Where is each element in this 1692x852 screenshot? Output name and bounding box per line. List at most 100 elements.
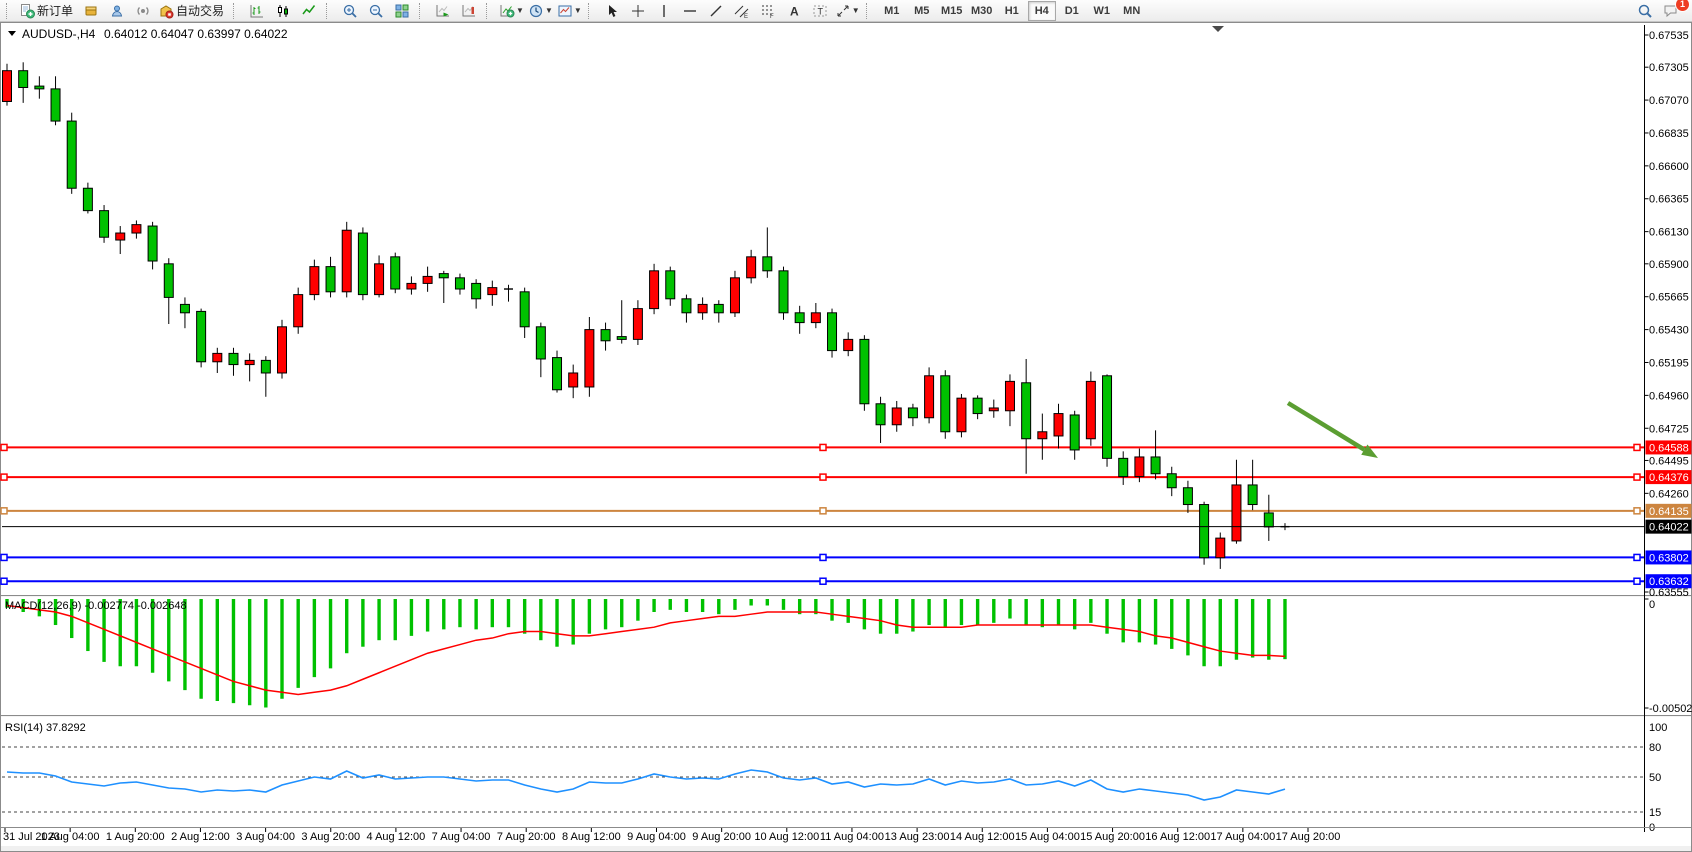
arrows-icon <box>835 3 851 19</box>
toolbar-separator <box>486 3 494 19</box>
templates-icon <box>557 3 573 19</box>
auto-trading-icon <box>158 3 174 19</box>
new-order-icon <box>19 3 35 19</box>
candle-body <box>828 313 837 351</box>
bar-chart-button[interactable] <box>244 0 270 22</box>
search-button[interactable] <box>1632 0 1658 22</box>
line-handle[interactable] <box>1 474 7 480</box>
price-tick-label: 0.64960 <box>1649 390 1689 402</box>
candle-body <box>1232 485 1241 541</box>
candlestick-chart-button[interactable] <box>270 0 296 22</box>
fibonacci-button[interactable]: F <box>755 0 781 22</box>
candle-body <box>375 264 384 295</box>
text-label-button[interactable]: T <box>807 0 833 22</box>
line-handle[interactable] <box>1 578 7 584</box>
line-chart-button[interactable] <box>296 0 322 22</box>
chart-background[interactable] <box>0 22 1692 852</box>
text-button[interactable]: A <box>781 0 807 22</box>
price-tick-label: 0.67070 <box>1649 95 1689 107</box>
line-handle[interactable] <box>1 554 7 560</box>
timeframe-h1-button[interactable]: H1 <box>998 1 1026 21</box>
time-tick-label: 13 Aug 23:00 <box>885 831 950 843</box>
candle-body <box>100 211 109 238</box>
timeframe-m30-button[interactable]: M30 <box>968 1 996 21</box>
timeframe-m5-button[interactable]: M5 <box>908 1 936 21</box>
chart-title-ohlc: 0.64012 0.64047 0.63997 0.64022 <box>104 27 288 41</box>
tile-windows-button[interactable] <box>389 0 415 22</box>
arrows-button[interactable]: ▼ <box>833 0 862 22</box>
candle-body <box>844 339 853 350</box>
timeframe-m1-button[interactable]: M1 <box>878 1 906 21</box>
tile-windows-icon <box>394 3 410 19</box>
fibonacci-icon: F <box>760 3 776 19</box>
candle-body <box>682 299 691 313</box>
trendline-button[interactable] <box>703 0 729 22</box>
templates-button[interactable]: ▼ <box>555 0 584 22</box>
periods-button[interactable]: ▼ <box>526 0 555 22</box>
line-handle[interactable] <box>820 578 826 584</box>
rsi-scale-label: 80 <box>1649 742 1661 754</box>
auto-trading-button[interactable]: 自动交易 <box>156 0 229 22</box>
line-handle[interactable] <box>820 508 826 514</box>
market-watch-button[interactable] <box>78 0 104 22</box>
candle-body <box>116 233 125 240</box>
search-icon <box>1637 3 1653 19</box>
cursor-button[interactable] <box>599 0 625 22</box>
line-handle[interactable] <box>1634 554 1640 560</box>
new-order-button[interactable]: 新订单 <box>17 0 78 22</box>
line-handle[interactable] <box>1634 578 1640 584</box>
candlestick-chart-icon <box>275 3 291 19</box>
candle-body <box>342 230 351 292</box>
timeframe-w1-button[interactable]: W1 <box>1088 1 1116 21</box>
candle-body <box>261 360 270 373</box>
candle-body <box>989 408 998 411</box>
candle-body <box>439 274 448 278</box>
candle-body <box>730 278 739 313</box>
timeframe-h4-button[interactable]: H4 <box>1028 1 1056 21</box>
timeframe-mn-button[interactable]: MN <box>1118 1 1146 21</box>
candle-body <box>83 188 92 210</box>
signals-icon <box>135 3 151 19</box>
vertical-line-button[interactable] <box>651 0 677 22</box>
time-tick-label: 1 Aug 20:00 <box>106 831 165 843</box>
candle-body <box>763 257 772 271</box>
price-tick-label: 0.64725 <box>1649 423 1689 435</box>
line-chart-icon <box>301 3 317 19</box>
candle-body <box>1022 383 1031 439</box>
candle-body <box>472 283 481 298</box>
timeframe-m15-button[interactable]: M15 <box>938 1 966 21</box>
horizontal-line-button[interactable] <box>677 0 703 22</box>
chart-shift-button[interactable] <box>456 0 482 22</box>
zoom-in-button[interactable] <box>337 0 363 22</box>
line-handle[interactable] <box>1 508 7 514</box>
candle-body <box>585 330 594 387</box>
line-handle[interactable] <box>820 444 826 450</box>
crosshair-button[interactable] <box>625 0 651 22</box>
equidistant-channel-button[interactable]: E <box>729 0 755 22</box>
candle-body <box>520 292 529 327</box>
chart-area[interactable]: 0.675350.673050.670700.668350.666000.663… <box>0 22 1692 852</box>
candle-body <box>714 304 723 312</box>
navigator-button[interactable] <box>104 0 130 22</box>
line-handle[interactable] <box>1634 444 1640 450</box>
indicators-button[interactable]: ▼ <box>497 0 526 22</box>
candle-body <box>908 408 917 418</box>
candle-body <box>407 283 416 289</box>
line-handle[interactable] <box>820 474 826 480</box>
auto-scroll-button[interactable] <box>430 0 456 22</box>
timeframe-d1-button[interactable]: D1 <box>1058 1 1086 21</box>
zoom-out-button[interactable] <box>363 0 389 22</box>
chevron-down-icon: ▼ <box>545 7 553 15</box>
candle-body <box>35 86 44 89</box>
candle-body <box>1054 414 1063 436</box>
candle-body <box>1248 485 1257 505</box>
candle-body <box>747 257 756 278</box>
signals-button[interactable] <box>130 0 156 22</box>
candle-body <box>957 398 966 432</box>
line-handle[interactable] <box>820 554 826 560</box>
notifications-button[interactable]: 1 <box>1658 0 1684 22</box>
line-handle[interactable] <box>1634 474 1640 480</box>
line-handle[interactable] <box>1 444 7 450</box>
line-handle[interactable] <box>1634 508 1640 514</box>
bar-chart-icon <box>249 3 265 19</box>
